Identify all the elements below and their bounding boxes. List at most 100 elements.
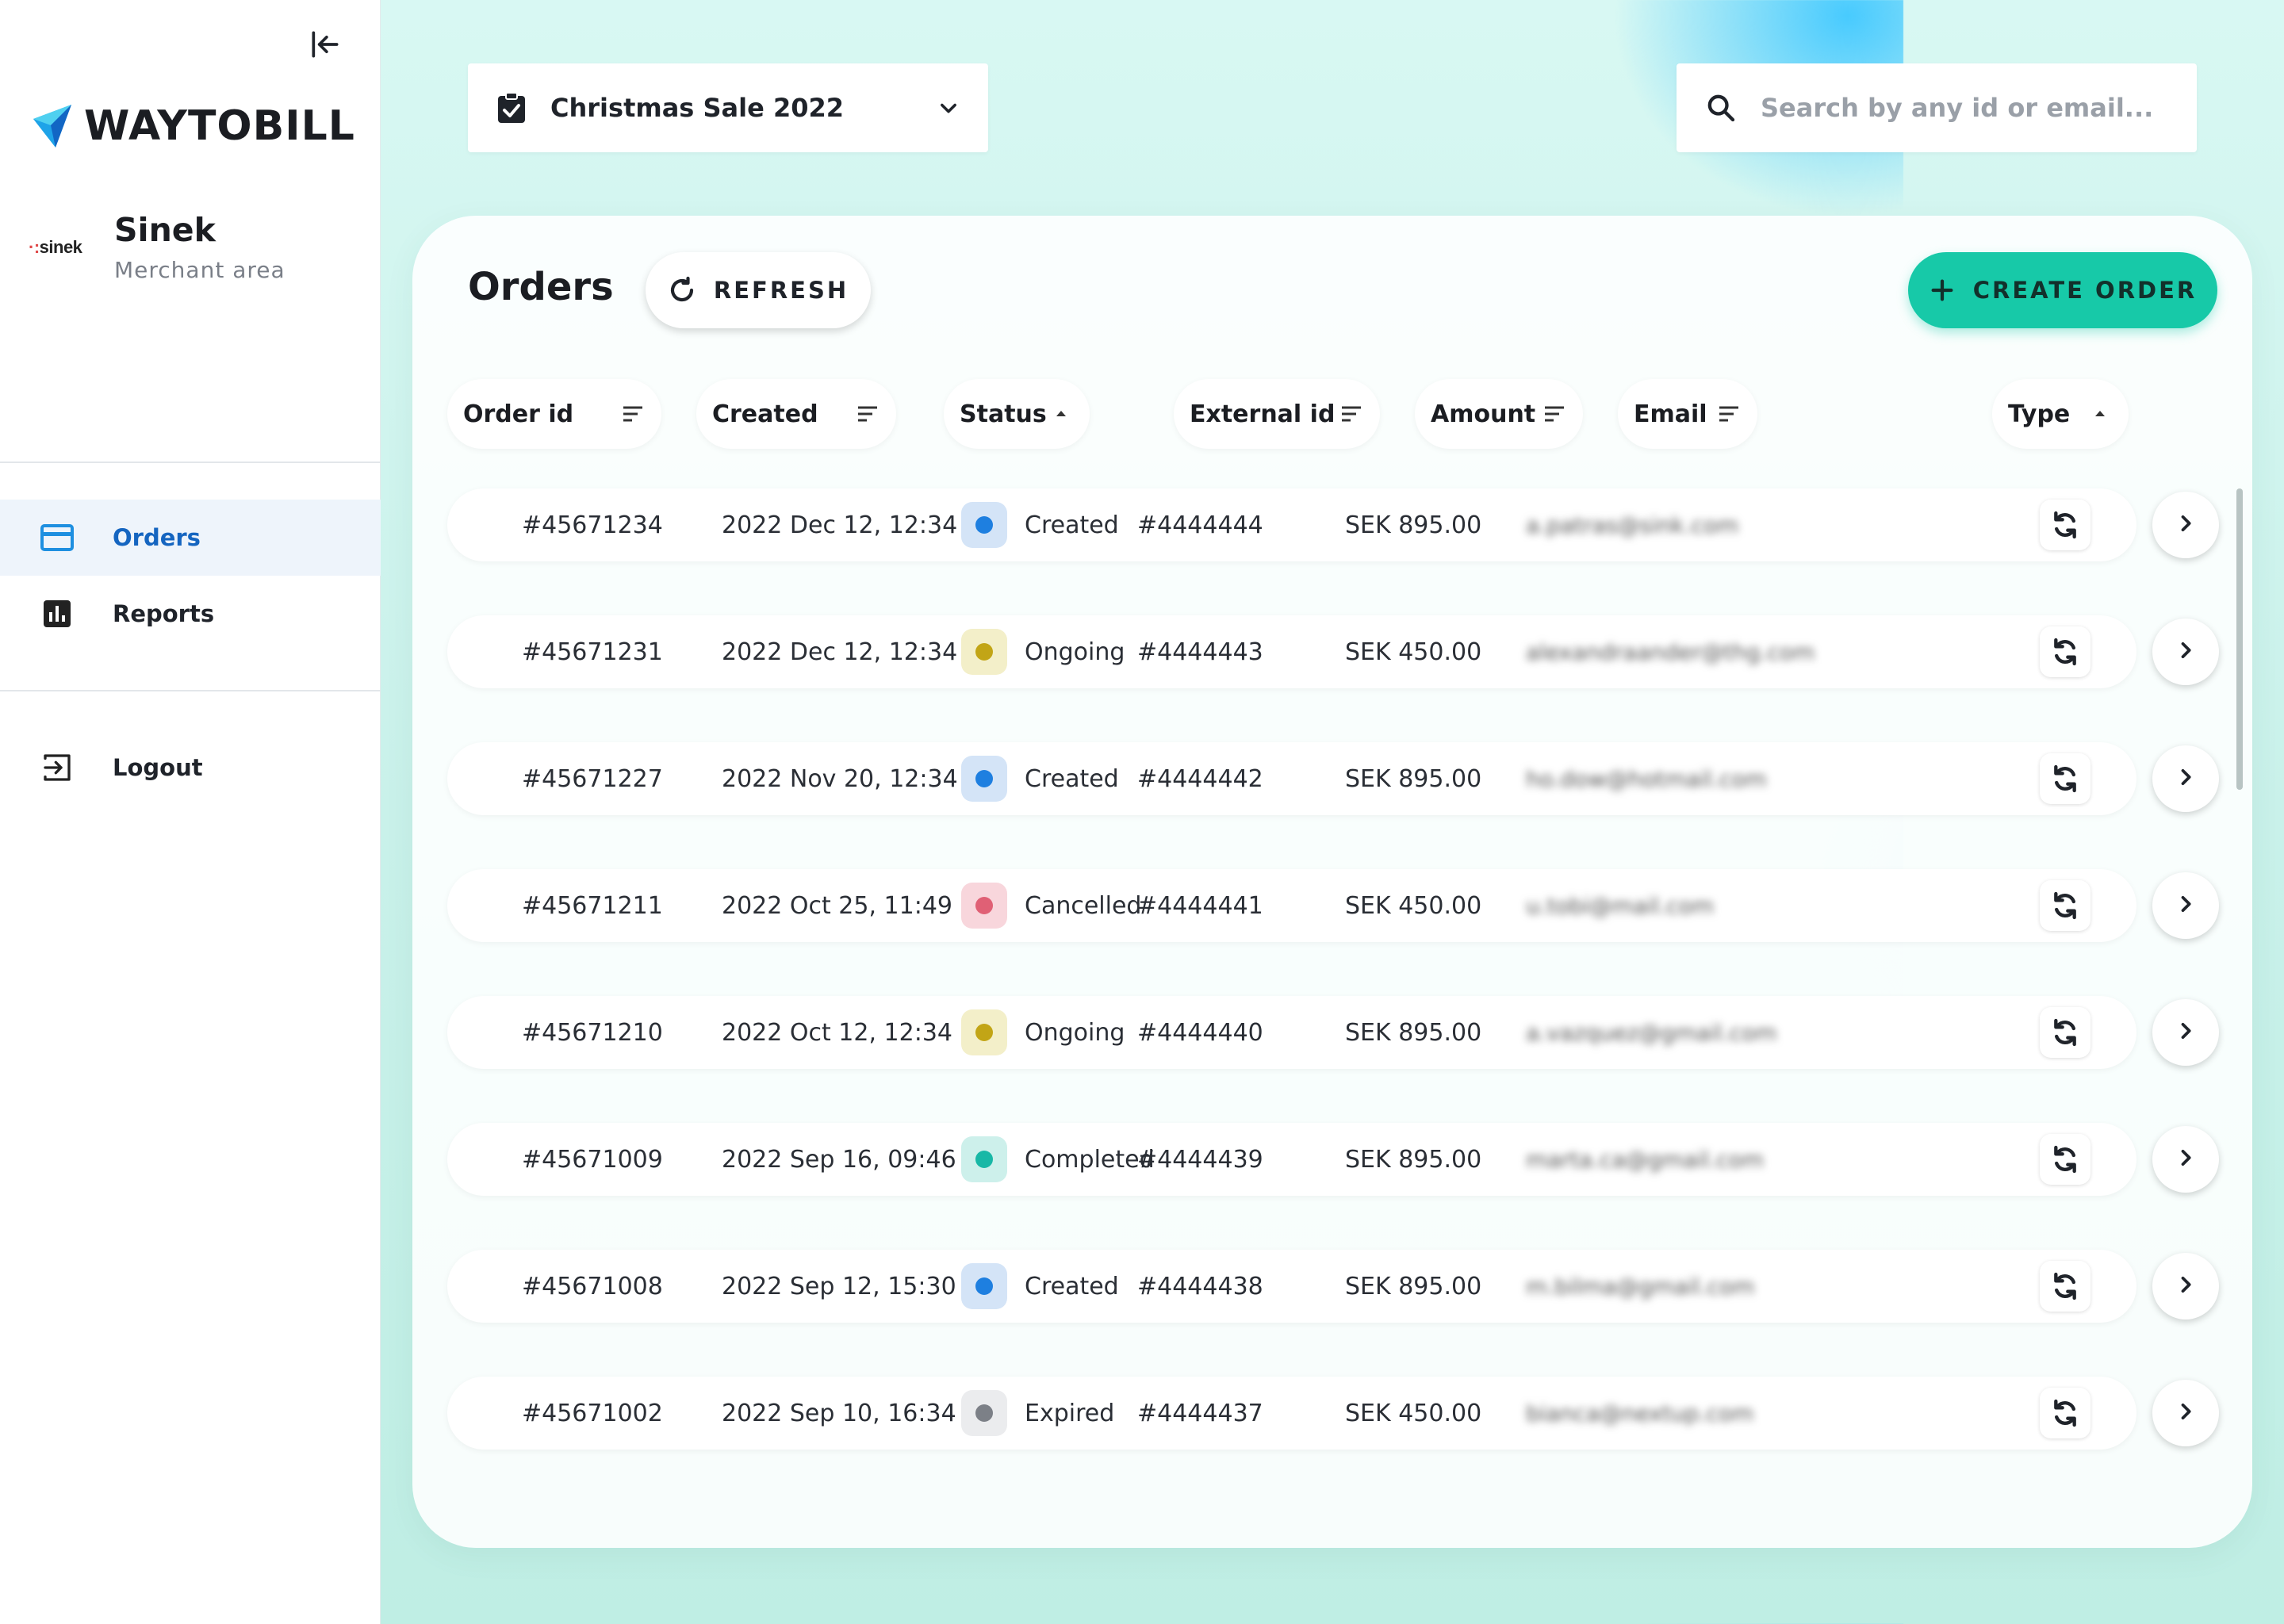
open-order-button[interactable] (2152, 872, 2219, 939)
cell-order-id: #45671002 (522, 1399, 663, 1427)
sidebar-item-label: Logout (113, 754, 203, 781)
sidebar-item-orders[interactable]: Orders (0, 500, 381, 576)
table-row[interactable]: #45671210 2022 Oct 12, 12:34 Ongoing #44444… (447, 996, 2136, 1069)
cell-external-id: #4444444 (1137, 511, 1263, 539)
status-label: Created (1025, 511, 1119, 539)
recurring-icon[interactable] (2040, 500, 2090, 550)
column-header-email[interactable]: Email (1618, 379, 1757, 449)
status-cell: Completed (961, 1123, 1155, 1196)
type-cell (2040, 1250, 2090, 1323)
open-order-button[interactable] (2152, 1126, 2219, 1193)
cell-email: a.patras@sink.com (1526, 511, 1739, 538)
status-cell: Cancelled (961, 869, 1141, 942)
column-header-status[interactable]: Status (944, 379, 1090, 449)
table-row[interactable]: #45671227 2022 Nov 20, 12:34 Created #44444… (447, 742, 2136, 815)
search-icon (1707, 94, 1735, 122)
cell-created: 2022 Oct 25, 11:49 (722, 891, 952, 920)
open-order-button[interactable] (2152, 619, 2219, 685)
clipboard-check-icon (498, 92, 525, 123)
sort-lines-icon (855, 401, 880, 427)
column-header-created[interactable]: Created (696, 379, 896, 449)
recurring-icon[interactable] (2040, 626, 2090, 677)
status-cell: Created (961, 488, 1119, 561)
cell-email: u.tobi@mail.com (1526, 892, 1715, 919)
table-row[interactable]: #45671234 2022 Dec 12, 12:34 Created #44444… (447, 488, 2136, 561)
sidebar-item-logout[interactable]: Logout (0, 730, 381, 806)
recurring-icon[interactable] (2040, 753, 2090, 804)
cell-created: 2022 Sep 10, 16:34 (722, 1399, 956, 1427)
merchant-subtitle: Merchant area (114, 257, 286, 283)
table-row[interactable]: #45671009 2022 Sep 16, 09:46 Completed #444… (447, 1123, 2136, 1196)
refresh-button[interactable]: REFRESH (646, 252, 871, 328)
page-title: Orders (468, 265, 614, 309)
logout-icon (38, 749, 76, 787)
open-order-button[interactable] (2152, 999, 2219, 1066)
cell-order-id: #45671231 (522, 638, 663, 666)
sort-asc-icon (1048, 401, 1074, 427)
cell-amount: SEK 895.00 (1345, 1018, 1482, 1047)
column-header-label: Order id (463, 400, 574, 428)
plus-icon (1931, 279, 1953, 301)
cell-amount: SEK 450.00 (1345, 891, 1482, 920)
sidebar-item-reports[interactable]: Reports (0, 576, 381, 652)
cell-order-id: #45671008 (522, 1272, 663, 1300)
status-label: Cancelled (1025, 891, 1142, 920)
table-row[interactable]: #45671002 2022 Sep 10, 16:34 Expired #44444… (447, 1377, 2136, 1450)
chevron-right-icon (2175, 1147, 2197, 1172)
create-order-button[interactable]: CREATE ORDER (1908, 252, 2217, 328)
column-header-amount[interactable]: Amount (1415, 379, 1583, 449)
collapse-left-icon (312, 31, 339, 58)
search-input[interactable] (1761, 93, 2157, 123)
status-label: Expired (1025, 1399, 1115, 1427)
cell-external-id: #4444440 (1137, 1018, 1263, 1047)
cell-external-id: #4444442 (1137, 764, 1263, 793)
campaign-label: Christmas Sale 2022 (550, 93, 844, 123)
cell-external-id: #4444438 (1137, 1272, 1263, 1300)
scrollbar[interactable] (2236, 488, 2243, 790)
status-cell: Created (961, 742, 1119, 815)
brand-logo[interactable]: WAYTOBILL (32, 102, 355, 151)
table-row[interactable]: #45671231 2022 Dec 12, 12:34 Ongoing #44444… (447, 615, 2136, 688)
sidebar-divider (0, 462, 381, 463)
cell-amount: SEK 895.00 (1345, 511, 1482, 539)
column-header-external-id[interactable]: External id (1174, 379, 1380, 449)
type-cell (2040, 1123, 2090, 1196)
status-cell: Ongoing (961, 615, 1125, 688)
recurring-icon[interactable] (2040, 1007, 2090, 1058)
recurring-icon[interactable] (2040, 1261, 2090, 1312)
cell-amount: SEK 895.00 (1345, 1145, 1482, 1174)
status-dot-icon (961, 756, 1007, 802)
cell-external-id: #4444439 (1137, 1145, 1263, 1174)
chevron-right-icon (2175, 893, 2197, 918)
cell-created: 2022 Oct 12, 12:34 (722, 1018, 952, 1047)
status-dot-icon (961, 883, 1007, 929)
chevron-right-icon (2175, 1400, 2197, 1426)
column-header-label: Created (712, 400, 818, 428)
recurring-icon[interactable] (2040, 880, 2090, 931)
cell-order-id: #45671210 (522, 1018, 663, 1047)
collapse-sidebar-button[interactable] (303, 22, 347, 67)
column-header-order-id[interactable]: Order id (447, 379, 661, 449)
open-order-button[interactable] (2152, 492, 2219, 558)
type-cell (2040, 488, 2090, 561)
brand-name: WAYTOBILL (84, 102, 355, 150)
column-header-label: External id (1190, 400, 1336, 428)
status-cell: Ongoing (961, 996, 1125, 1069)
cell-email: ho.dow@hotmail.com (1526, 765, 1767, 792)
merchant-logo: ·:sinek (29, 236, 82, 257)
recurring-icon[interactable] (2040, 1134, 2090, 1185)
cell-email: marta.ca@gmail.com (1526, 1146, 1765, 1173)
column-header-type[interactable]: Type (1992, 379, 2129, 449)
recurring-icon[interactable] (2040, 1388, 2090, 1438)
open-order-button[interactable] (2152, 1253, 2219, 1320)
chevron-down-icon (941, 103, 956, 113)
campaign-select[interactable]: Christmas Sale 2022 (468, 63, 988, 152)
open-order-button[interactable] (2152, 1380, 2219, 1446)
status-label: Completed (1025, 1145, 1155, 1174)
status-label: Created (1025, 1272, 1119, 1300)
status-cell: Created (961, 1250, 1119, 1323)
open-order-button[interactable] (2152, 745, 2219, 812)
cell-external-id: #4444443 (1137, 638, 1263, 666)
table-row[interactable]: #45671008 2022 Sep 12, 15:30 Created #44444… (447, 1250, 2136, 1323)
table-row[interactable]: #45671211 2022 Oct 25, 11:49 Cancelled #444… (447, 869, 2136, 942)
